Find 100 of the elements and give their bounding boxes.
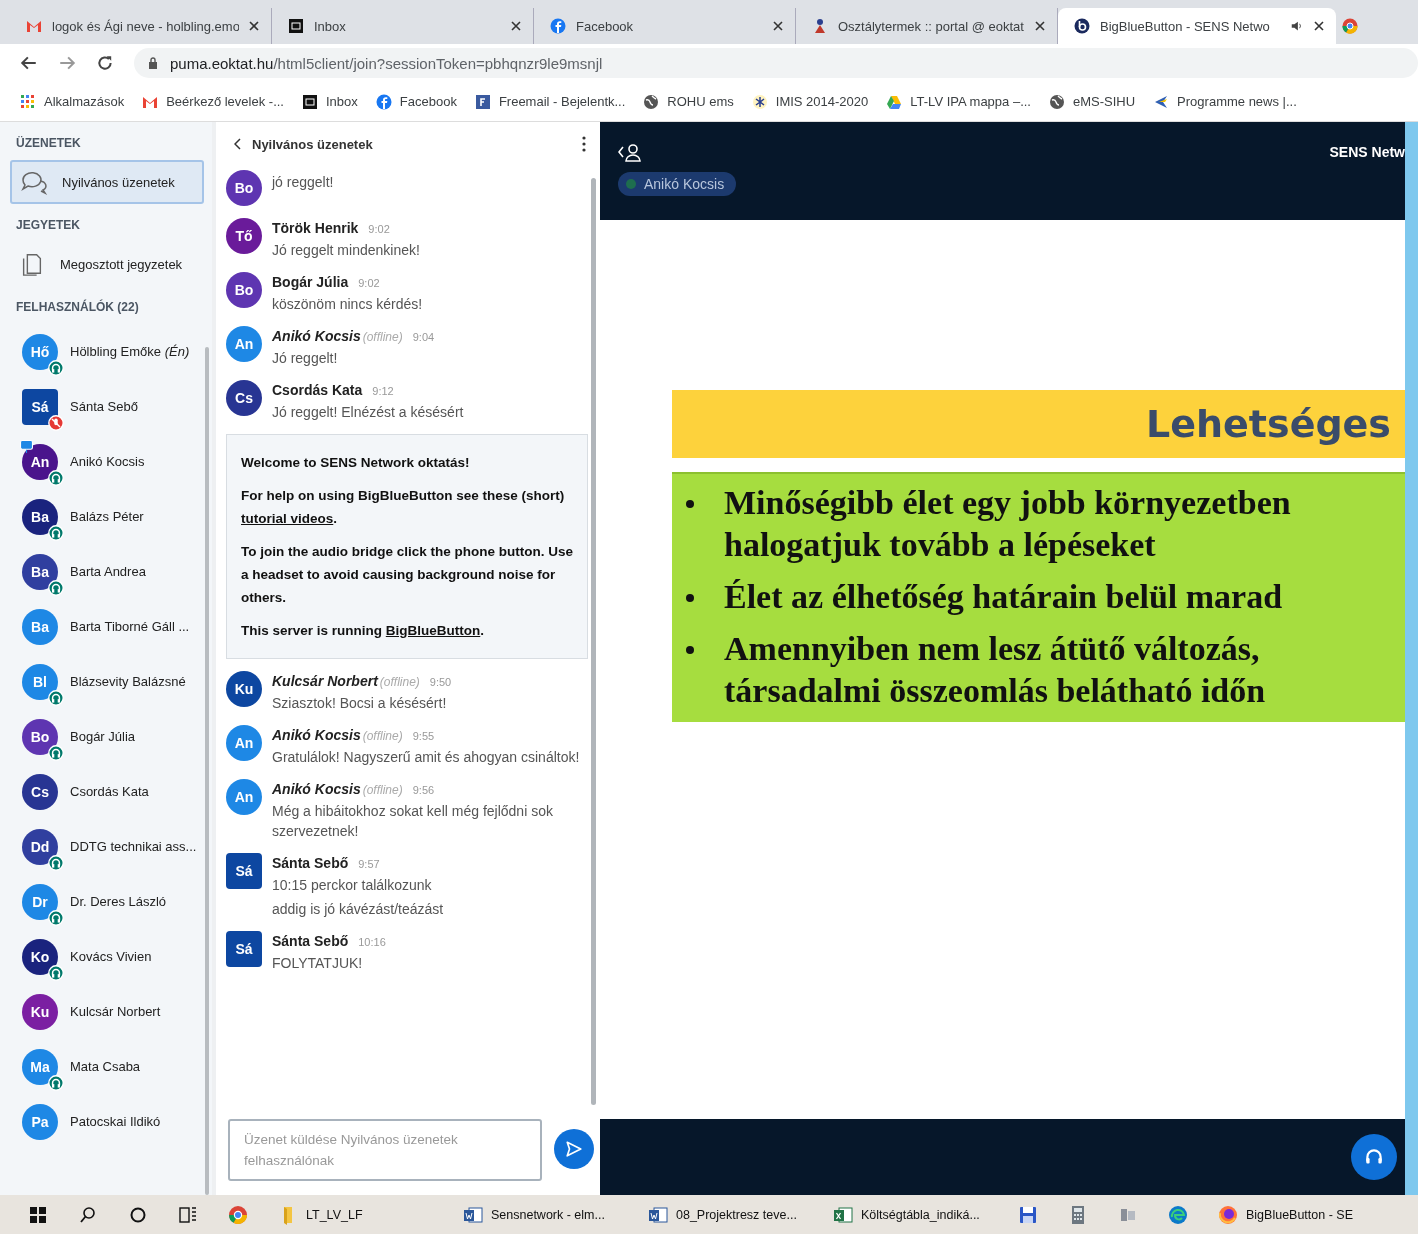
user-list-item[interactable]: Hő Hölbling Emőke (Én) <box>10 324 204 379</box>
user-avatar: Ba <box>22 608 58 645</box>
bookmark[interactable]: IMIS 2014-2020 <box>751 93 869 110</box>
user-list-item[interactable]: Ba Balázs Péter <box>10 489 204 544</box>
user-avatar: Cs <box>22 773 58 810</box>
user-list-item[interactable]: Cs Csordás Kata <box>10 764 204 819</box>
user-list-item[interactable]: Ku Kulcsár Norbert <box>10 984 204 1039</box>
offline-label: (offline) <box>379 675 420 689</box>
close-icon[interactable] <box>1035 21 1045 31</box>
taskbar-item[interactable]: LT_LV_LF <box>270 1198 441 1231</box>
tab-title: Osztálytermek :: portal @ eoktat <box>838 18 1025 34</box>
bookmark[interactable]: ROHU ems <box>643 93 734 110</box>
message-text: Jó reggelt mindenkinek! <box>272 241 420 260</box>
user-avatar: Ba <box>22 498 58 535</box>
bookmark[interactable]: LT-LV IPA mappa –... <box>886 93 1031 110</box>
facebook-icon <box>375 93 392 110</box>
user-list-item[interactable]: Ba Barta Tiborné Gáll ... <box>10 599 204 654</box>
bookmark[interactable]: eMS-SIHU <box>1049 93 1136 110</box>
taskbar-label: Sensnetwork - elm... <box>491 1207 605 1222</box>
user-avatar: Ko <box>22 938 58 975</box>
talking-indicator: Anikó Kocsis <box>618 172 737 196</box>
sender-name: Bogár Júlia <box>272 274 349 290</box>
user-list-item[interactable]: Pa Patocskai Ildikó <box>10 1094 204 1149</box>
taskbar-item[interactable]: BigBlueButton - SE <box>1210 1198 1381 1231</box>
back-arrow-icon[interactable] <box>20 54 38 72</box>
chat-title: Nyilvános üzenetek <box>252 136 374 152</box>
message-time: 9:56 <box>412 784 435 796</box>
tab-title: logok és Ági neve - holbling.emo <box>52 18 239 34</box>
reload-icon[interactable] <box>96 54 114 72</box>
mail-icon <box>26 18 42 34</box>
bullet-text: Minőségibb élet egy jobb környezetben halogatjuk tovább a lépéseket <box>724 483 1292 565</box>
taskbar-label: Költségtábla_indiká... <box>861 1207 980 1222</box>
scrollbar[interactable] <box>205 347 209 1195</box>
send-button[interactable] <box>554 1129 594 1169</box>
user-avatar: Dd <box>22 828 58 865</box>
message-time: 9:04 <box>412 331 435 343</box>
bookmark[interactable]: Alkalmazások <box>20 93 125 110</box>
user-avatar: Bo <box>22 718 58 755</box>
message-text: FOLYTATJUK! <box>272 954 364 973</box>
welcome-text: For help on using BigBlueButton see these (short) <box>241 488 565 503</box>
scrollbar[interactable] <box>591 178 596 1105</box>
public-chat-item[interactable]: Nyilvános üzenetek <box>10 160 204 204</box>
user-list-item[interactable]: Ko Kovács Vivien <box>10 929 204 984</box>
user-avatar: Sá <box>226 853 262 889</box>
back-chevron-icon[interactable] <box>234 138 242 150</box>
shared-notes-item[interactable]: Megosztott jegyzetek <box>10 242 204 286</box>
bookmark[interactable]: Inbox <box>302 93 358 110</box>
more-options-icon[interactable] <box>582 136 586 152</box>
user-avatar: Sá <box>22 388 58 425</box>
offline-label: (offline) <box>362 729 403 743</box>
user-list-item[interactable]: An Anikó Kocsis <box>10 434 204 489</box>
user-list-item[interactable]: Ma Mata Csaba <box>10 1039 204 1094</box>
sender-name: Anikó Kocsis <box>272 781 361 797</box>
taskbar-item[interactable]: Költségtábla_indiká... <box>825 1198 996 1231</box>
bookmark[interactable]: Beérkező levelek -... <box>142 93 284 110</box>
message-text: jó reggelt! <box>272 173 334 192</box>
sender-name: Anikó Kocsis <box>272 727 361 743</box>
message-time: 9:02 <box>358 277 380 289</box>
user-avatar: Cs <box>226 380 262 416</box>
user-list-toggle-icon[interactable] <box>618 142 644 162</box>
close-icon[interactable] <box>249 21 259 31</box>
bookmark[interactable]: Freemail - Bejelentk... <box>474 93 626 110</box>
forward-arrow-icon[interactable] <box>58 54 76 72</box>
user-list-item[interactable]: Dd DDTG technikai ass... <box>10 819 204 874</box>
bookmark[interactable]: Programme news |... <box>1153 93 1297 110</box>
bookmark-label: Freemail - Bejelentk... <box>498 94 626 109</box>
globe-icon <box>643 93 660 110</box>
section-heading: FELHASZNÁLÓK (22) <box>15 298 140 316</box>
sender-name: Sánta Sebő <box>272 933 349 949</box>
browser-tab[interactable]: logok és Ági neve - holbling.emo <box>10 8 272 44</box>
message-text: köszönöm nincs kérdés! <box>272 295 423 314</box>
inbox-icon <box>302 93 318 110</box>
audio-button[interactable] <box>1351 1134 1397 1180</box>
user-list-item[interactable]: Dr Dr. Deres László <box>10 874 204 929</box>
bullet-icon <box>686 594 694 602</box>
close-icon[interactable] <box>511 21 521 31</box>
user-list-item[interactable]: Bo Bogár Júlia <box>10 709 204 764</box>
message-input-field[interactable]: Üzenet küldése Nyilvános üzenetek felhasználónak <box>228 1119 542 1181</box>
browser-tab[interactable]: BigBlueButton - SENS Netwo <box>1058 8 1336 44</box>
bookmark[interactable]: Facebook <box>375 93 457 110</box>
bookmark-label: IMIS 2014-2020 <box>775 94 869 109</box>
close-icon[interactable] <box>773 21 783 31</box>
message-time: 9:57 <box>358 858 380 870</box>
section-heading: JEGYETEK <box>15 217 82 234</box>
speech-bubbles-icon <box>20 169 48 195</box>
address-bar[interactable]: puma.eoktat.hu/html5client/join?sessionToken=pbhqnzr9le9msnjl <box>134 48 1418 78</box>
url-path: /html5client/join?sessionToken=pbhqnzr9le9msnjl <box>273 54 603 72</box>
message-time: 9:02 <box>368 223 390 235</box>
user-list-item[interactable]: Bl Blázsevity Balázsné <box>10 654 204 709</box>
globe-icon <box>1049 93 1065 110</box>
taskbar-item[interactable]: 08_Projektresz teve... <box>640 1198 811 1231</box>
facebook-icon <box>550 18 566 34</box>
browser-tab[interactable]: Facebook <box>534 8 796 44</box>
close-icon[interactable] <box>1314 21 1324 31</box>
welcome-text: Welcome to SENS Network oktatás! <box>241 455 470 470</box>
browser-tab[interactable]: Inbox <box>272 8 534 44</box>
user-list-item[interactable]: Ba Barta Andrea <box>10 544 204 599</box>
user-avatar: Ma <box>22 1048 58 1085</box>
user-list-item[interactable]: Sá Sánta Sebő <box>10 379 204 434</box>
taskbar-item[interactable]: Sensnetwork - elm... <box>455 1198 626 1231</box>
